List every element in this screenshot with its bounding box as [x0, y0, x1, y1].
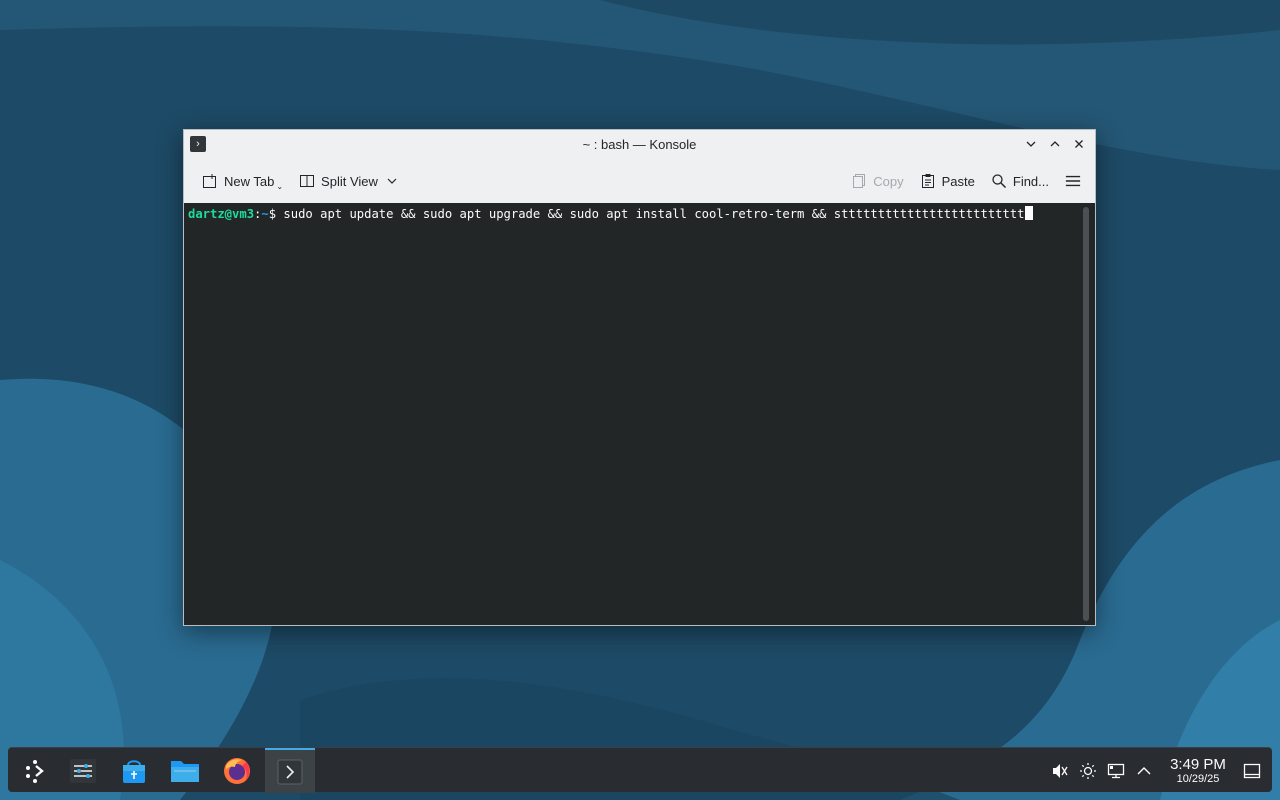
- copy-icon: [851, 173, 867, 189]
- discover-store-icon: [123, 759, 145, 783]
- paste-button[interactable]: Paste: [912, 168, 983, 194]
- clock-time: 3:49 PM: [1170, 755, 1226, 773]
- show-desktop-button[interactable]: [1238, 757, 1266, 785]
- digital-clock[interactable]: 3:49 PM 10/29/25: [1166, 756, 1230, 786]
- chevron-down-icon: [1026, 141, 1036, 147]
- konsole-taskbar-button[interactable]: [265, 748, 315, 793]
- terminal-scrollbar[interactable]: [1083, 207, 1089, 621]
- hamburger-menu-icon: [1065, 173, 1081, 189]
- network-icon[interactable]: [1102, 757, 1130, 785]
- taskbar: 3:49 PM 10/29/25: [8, 747, 1272, 793]
- search-icon: [991, 173, 1007, 189]
- window-titlebar[interactable]: › ~ : bash — Konsole: [184, 130, 1095, 158]
- hamburger-menu-button[interactable]: [1057, 168, 1089, 194]
- paste-icon: [920, 173, 936, 189]
- split-view-label: Split View: [321, 173, 378, 189]
- close-icon: [1075, 140, 1083, 148]
- volume-muted-icon[interactable]: [1046, 757, 1074, 785]
- konsole-app-icon[interactable]: ›: [190, 136, 206, 152]
- terminal-output: dartz@vm3:~$ sudo apt update && sudo apt…: [188, 206, 1068, 222]
- folder-icon: [171, 760, 199, 782]
- prompt-path: ~: [261, 207, 269, 221]
- konsole-icon: [277, 759, 303, 784]
- show-hidden-icons-button[interactable]: [1130, 757, 1158, 785]
- brightness-icon[interactable]: [1074, 757, 1102, 785]
- system-tray: 3:49 PM 10/29/25: [1046, 748, 1272, 793]
- firefox-button[interactable]: [212, 748, 262, 793]
- split-view-button[interactable]: Split View: [291, 168, 408, 194]
- minimize-button[interactable]: [1021, 134, 1041, 154]
- prompt-user: dartz@vm3: [188, 207, 255, 221]
- paste-label: Paste: [941, 173, 975, 189]
- new-tab-icon: [202, 173, 218, 189]
- copy-button[interactable]: Copy: [843, 168, 911, 194]
- chevron-down-icon[interactable]: [384, 173, 400, 189]
- new-tab-button[interactable]: New Tab ⌄: [194, 168, 291, 194]
- terminal-cursor: [1024, 206, 1033, 220]
- konsole-window: › ~ : bash — Konsole New Tab ⌄ Split Vie…: [183, 129, 1096, 626]
- command-text: sudo apt update && sudo apt upgrade && s…: [283, 207, 1025, 221]
- application-launcher-icon: [26, 759, 44, 783]
- show-desktop-icon: [1243, 763, 1261, 778]
- file-manager-button[interactable]: [160, 748, 210, 793]
- firefox-icon: [224, 757, 250, 784]
- discover-store-button[interactable]: [109, 748, 159, 793]
- close-button[interactable]: [1069, 134, 1089, 154]
- copy-label: Copy: [873, 173, 904, 189]
- chevron-up-icon: [1137, 766, 1151, 774]
- find-label: Find...: [1012, 173, 1049, 189]
- clock-date: 10/29/25: [1176, 772, 1220, 785]
- konsole-toolbar: New Tab ⌄ Split View Copy Paste Find...: [184, 160, 1095, 202]
- find-button[interactable]: Find...: [983, 168, 1057, 194]
- new-tab-label: New Tab: [224, 173, 275, 189]
- chevron-up-icon: [1050, 141, 1060, 147]
- prompt-symbol: $: [268, 207, 284, 221]
- system-settings-icon: [70, 758, 96, 783]
- split-view-icon: [299, 173, 315, 189]
- maximize-button[interactable]: [1045, 134, 1065, 154]
- application-launcher-button[interactable]: [10, 748, 60, 793]
- window-title: ~ : bash — Konsole: [582, 136, 697, 152]
- chevron-down-icon: ⌄: [276, 181, 284, 191]
- system-settings-button[interactable]: [58, 748, 108, 793]
- terminal-area[interactable]: dartz@vm3:~$ sudo apt update && sudo apt…: [184, 203, 1095, 625]
